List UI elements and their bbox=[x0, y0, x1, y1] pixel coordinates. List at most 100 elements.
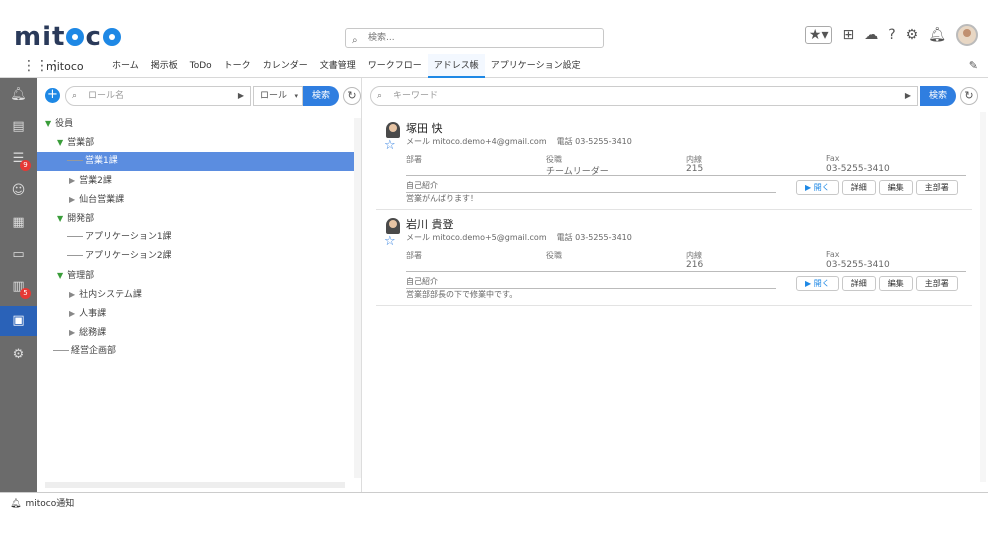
collapsed-triangle-icon[interactable]: ▶ bbox=[69, 195, 75, 204]
tree-node[interactable]: アプリケーション1課 bbox=[37, 228, 355, 247]
keyword-search-input[interactable]: ⌕ キーワード ▶ bbox=[370, 86, 918, 106]
edit-pencil-icon[interactable]: ✎ bbox=[969, 59, 978, 72]
collapsed-triangle-icon[interactable]: ▶ bbox=[69, 309, 75, 318]
contact-photo bbox=[386, 122, 400, 138]
footer-label: mitoco通知 bbox=[25, 499, 75, 509]
open-button[interactable]: ▶ 開く bbox=[796, 276, 839, 291]
title-header: 役職 bbox=[546, 251, 562, 260]
keyword-search-button[interactable]: 検索 bbox=[920, 86, 956, 106]
nav-item-board[interactable]: 掲示板 bbox=[145, 54, 184, 78]
card-actions: ▶ 開く 詳細 編集 主部署 bbox=[796, 276, 958, 291]
talk-icon[interactable]: ☺ bbox=[0, 176, 37, 206]
contact-email[interactable]: メール mitoco.demo+5@gmail.com bbox=[406, 233, 547, 242]
detail-button[interactable]: 詳細 bbox=[841, 180, 876, 195]
collapsed-triangle-icon[interactable]: ▶ bbox=[69, 176, 75, 185]
card-actions: ▶ 開く 詳細 編集 主部署 bbox=[796, 180, 958, 195]
tree-node[interactable]: ▶ 人事課 bbox=[37, 304, 355, 323]
contact-list-scrollbar[interactable] bbox=[980, 112, 986, 482]
main-dept-button[interactable]: 主部署 bbox=[915, 180, 958, 195]
board-icon[interactable]: ▤ bbox=[0, 112, 37, 142]
nav-item-workflow[interactable]: ワークフロー bbox=[362, 54, 428, 78]
tree-node[interactable]: ▶ 仙台営業課 bbox=[37, 190, 355, 209]
tree-node[interactable]: ▼ 管理部 bbox=[37, 266, 355, 285]
fax-header: Fax bbox=[826, 154, 840, 163]
ext-value: 215 bbox=[686, 164, 704, 174]
expanded-triangle-icon[interactable]: ▼ bbox=[57, 214, 63, 223]
fax-value: 03-5255-3410 bbox=[826, 164, 890, 174]
play-icon[interactable]: ▶ bbox=[238, 87, 244, 105]
role-type-value: ロール bbox=[260, 91, 288, 101]
global-search-input[interactable]: ⌕ 検索... bbox=[345, 28, 604, 48]
tree-connector bbox=[67, 255, 83, 256]
add-role-button[interactable]: + bbox=[45, 88, 60, 103]
search-icon: ⌕ bbox=[352, 35, 358, 46]
open-button[interactable]: ▶ 開く bbox=[796, 180, 839, 195]
cloud-icon[interactable]: ☁ bbox=[864, 27, 878, 43]
tree-node-selected[interactable]: 営業1課 bbox=[37, 152, 355, 171]
nav-title: mitoco bbox=[46, 60, 84, 73]
main-dept-button[interactable]: 主部署 bbox=[915, 276, 958, 291]
contact-email[interactable]: メール mitoco.demo+4@gmail.com bbox=[406, 137, 547, 146]
contact-name[interactable]: 岩川 貴登 bbox=[406, 216, 454, 232]
settings-gear-icon[interactable]: ⚙ bbox=[0, 340, 37, 370]
tree-node[interactable]: 経営企画部 bbox=[37, 342, 355, 361]
tree-node[interactable]: ▶ 営業2課 bbox=[37, 171, 355, 190]
documents-icon[interactable]: ▭ bbox=[0, 240, 37, 270]
dept-header: 部署 bbox=[406, 251, 422, 260]
user-avatar[interactable] bbox=[956, 24, 978, 46]
contact-name[interactable]: 塚田 快 bbox=[406, 120, 443, 136]
expanded-triangle-icon[interactable]: ▼ bbox=[57, 271, 63, 280]
keyword-placeholder: キーワード bbox=[393, 91, 439, 101]
contact-fields: 部署 役職 内線 Fax チームリーダー 215 03-5255-3410 bbox=[406, 154, 966, 177]
contact-card: ☆ 岩川 貴登 メール mitoco.demo+5@gmail.com 電話 03… bbox=[376, 214, 972, 306]
favorite-star-icon[interactable]: ★▾ bbox=[804, 26, 833, 44]
bell-icon: 🔔︎ bbox=[10, 499, 22, 509]
play-icon[interactable]: ▶ bbox=[905, 87, 911, 105]
notification-bell-icon[interactable]: 🔔︎ bbox=[0, 80, 37, 110]
refresh-icon[interactable]: ↻ bbox=[343, 87, 361, 105]
nav-item-documents[interactable]: 文書管理 bbox=[314, 54, 362, 78]
role-type-select[interactable]: ロール ▾ bbox=[253, 86, 303, 106]
tree-node[interactable]: ▶ 社内システム課 bbox=[37, 285, 355, 304]
tree-node[interactable]: ▼ 開発部 bbox=[37, 209, 355, 228]
tree-node[interactable]: ▼ 営業部 bbox=[37, 133, 355, 152]
favorite-star-icon[interactable]: ☆ bbox=[384, 234, 396, 249]
tree-connector bbox=[67, 236, 83, 237]
expanded-triangle-icon[interactable]: ▼ bbox=[45, 119, 51, 128]
nav-item-talk[interactable]: トーク bbox=[218, 54, 257, 78]
refresh-icon[interactable]: ↻ bbox=[960, 87, 978, 105]
workflow-icon[interactable]: ▥ 5 bbox=[0, 272, 37, 302]
nav-item-app-settings[interactable]: アプリケーション設定 bbox=[485, 54, 587, 78]
tree-node[interactable]: ▼ 役員 bbox=[37, 114, 355, 133]
nav-bar: ⋮⋮⋮ mitoco ホーム 掲示板 ToDo トーク カレンダー 文書管理 ワ… bbox=[0, 54, 988, 78]
nav-item-calendar[interactable]: カレンダー bbox=[257, 54, 314, 78]
address-book-icon[interactable]: ▣ bbox=[0, 306, 37, 336]
tree-vertical-scrollbar[interactable] bbox=[354, 118, 361, 478]
collapsed-triangle-icon[interactable]: ▶ bbox=[69, 290, 75, 299]
contact-phone: 電話 03-5255-3410 bbox=[556, 233, 632, 242]
bell-icon[interactable]: 🔔︎ bbox=[928, 27, 946, 43]
collapsed-triangle-icon[interactable]: ▶ bbox=[69, 328, 75, 337]
help-icon[interactable]: ? bbox=[888, 27, 895, 43]
edit-button[interactable]: 編集 bbox=[878, 180, 913, 195]
detail-button[interactable]: 詳細 bbox=[841, 276, 876, 291]
notification-footer[interactable]: 🔔︎ mitoco通知 bbox=[0, 492, 988, 514]
todo-icon[interactable]: ☰ 9 bbox=[0, 144, 37, 174]
add-icon[interactable]: ⊞ bbox=[842, 27, 854, 43]
edit-button[interactable]: 編集 bbox=[878, 276, 913, 291]
nav-item-home[interactable]: ホーム bbox=[106, 54, 145, 78]
nav-item-address-book[interactable]: アドレス帳 bbox=[427, 54, 485, 78]
favorite-star-icon[interactable]: ☆ bbox=[384, 138, 396, 153]
nav-item-todo[interactable]: ToDo bbox=[184, 54, 218, 78]
role-tree: ▼ 役員 ▼ 営業部 営業1課 ▶ 営業2課 ▶ 仙台営業課 ▼ 開発部 アプリケーション… bbox=[37, 112, 355, 482]
expanded-triangle-icon[interactable]: ▼ bbox=[57, 138, 63, 147]
mitoco-logo[interactable]: mit c bbox=[14, 22, 122, 52]
tree-node[interactable]: アプリケーション2課 bbox=[37, 247, 355, 266]
tree-node[interactable]: ▶ 総務課 bbox=[37, 323, 355, 342]
gear-icon[interactable]: ⚙ bbox=[906, 27, 919, 43]
tree-horizontal-scrollbar[interactable] bbox=[45, 482, 345, 488]
calendar-icon[interactable]: ▦ bbox=[0, 208, 37, 238]
nav-items: ホーム 掲示板 ToDo トーク カレンダー 文書管理 ワークフロー アドレス帳… bbox=[106, 54, 587, 78]
role-name-input[interactable]: ⌕ ロール名 ▶ bbox=[65, 86, 251, 106]
role-search-button[interactable]: 検索 bbox=[303, 86, 339, 106]
